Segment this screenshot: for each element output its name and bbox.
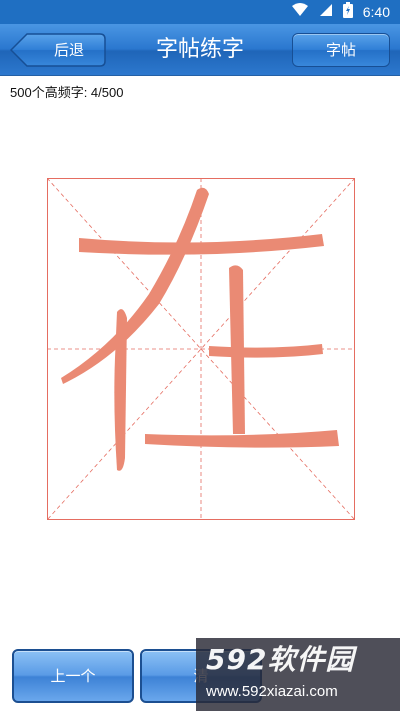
zitie-button[interactable]: 字帖: [292, 33, 390, 67]
watermark-url: www.592xiazai.com: [206, 683, 338, 700]
status-bar: 6:40: [0, 0, 400, 24]
watermark: 592软件园 www.592xiazai.com: [196, 638, 400, 711]
signal-icon: [319, 3, 333, 21]
previous-button[interactable]: 上一个: [12, 649, 134, 703]
back-button-label: 后退: [53, 41, 84, 59]
clock: 6:40: [362, 4, 390, 20]
practice-grid[interactable]: [47, 178, 355, 520]
battery-icon: [342, 2, 353, 22]
progress-counter: 500个高频字: 4/500: [10, 85, 124, 100]
watermark-brand: 592软件园: [206, 643, 355, 676]
wifi-icon: [291, 3, 309, 21]
title-bar: 字帖练字 后退 字帖: [0, 24, 400, 76]
back-button[interactable]: 后退: [10, 33, 106, 67]
